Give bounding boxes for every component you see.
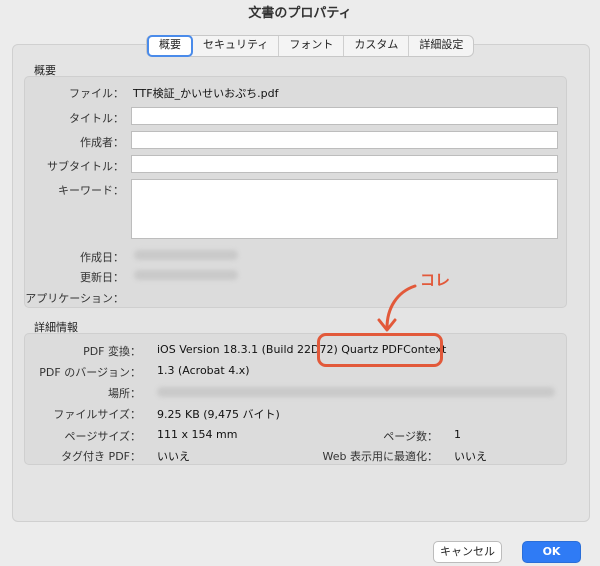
filesize-label: ファイルサイズ： (53, 408, 141, 421)
producer-label: PDF 変換： (83, 345, 141, 358)
tab-custom[interactable]: カスタム (344, 36, 410, 56)
pagesize-label: ページサイズ： (64, 430, 141, 443)
pagesize-value: 111 x 154 mm (157, 428, 238, 441)
subtitle-label: サブタイトル： (47, 160, 124, 173)
title-field[interactable] (131, 107, 558, 125)
modified-value-redacted (134, 270, 238, 280)
title-label: タイトル： (69, 112, 124, 125)
window-title: 文書のプロパティ (248, 6, 352, 21)
pdf-version-value: 1.3 (Acrobat 4.x) (157, 364, 250, 377)
created-value-redacted (134, 250, 238, 260)
pagecount-value: 1 (454, 428, 461, 441)
tagged-pdf-value: いいえ (157, 450, 190, 463)
created-label: 作成日： (80, 251, 124, 264)
tab-fonts[interactable]: フォント (279, 36, 345, 56)
filesize-value: 9.25 KB (9,475 バイト) (157, 408, 280, 421)
file-value: TTF検証_かいせいおぷち.pdf (133, 87, 279, 100)
tagged-pdf-label: タグ付き PDF： (61, 450, 141, 463)
ok-button[interactable]: OK (522, 541, 581, 563)
keywords-label: キーワード： (58, 184, 124, 197)
annotation-arrow-icon (377, 284, 417, 332)
subtitle-field[interactable] (131, 155, 558, 173)
annotation-text: コレ (420, 271, 451, 289)
application-label: アプリケーション： (25, 292, 124, 305)
keywords-field[interactable] (131, 179, 558, 239)
location-value-redacted (157, 387, 555, 397)
location-label: 場所： (108, 387, 141, 400)
author-label: 作成者： (80, 136, 124, 149)
tab-summary[interactable]: 概要 (147, 35, 193, 57)
file-label: ファイル： (69, 87, 124, 100)
tab-bar: 概要 セキュリティ フォント カスタム 詳細設定 (146, 35, 475, 57)
author-field[interactable] (131, 131, 558, 149)
fastweb-value: いいえ (454, 450, 487, 463)
modified-label: 更新日： (80, 271, 124, 284)
pdf-version-label: PDF のバージョン： (39, 366, 141, 379)
cancel-button[interactable]: キャンセル (433, 541, 502, 563)
tab-security[interactable]: セキュリティ (193, 36, 280, 56)
tab-advanced[interactable]: 詳細設定 (409, 36, 473, 56)
pagecount-label: ページ数： (383, 430, 438, 443)
annotation-highlight-box (317, 333, 443, 367)
fastweb-label: Web 表示用に最適化： (322, 450, 438, 463)
